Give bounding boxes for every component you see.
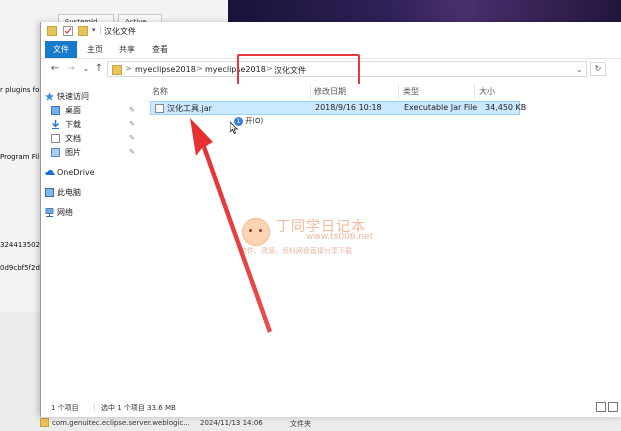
status-selection: 选中 1 个项目 33.6 MB — [101, 404, 176, 412]
folder-icon — [40, 418, 49, 427]
file-list: 名称 修改日期 类型 大小 汉化工具.jar 2018/9/16 10:18 E… — [146, 84, 621, 394]
column-headers: 名称 修改日期 类型 大小 — [146, 84, 621, 98]
file-row[interactable]: 汉化工具.jar 2018/9/16 10:18 Executable Jar … — [150, 101, 526, 115]
breadcrumb-separator: > — [125, 64, 132, 73]
computer-icon — [45, 188, 54, 197]
nav-item-downloads[interactable]: 下载 ✎ — [51, 118, 139, 131]
tab-view[interactable]: 查看 — [144, 41, 176, 58]
folder-icon — [112, 65, 122, 75]
file-explorer-window: ▾ | 汉化文件 文件 主页 共享 查看 ← → ⌄ ↑ > myeclipse… — [40, 22, 621, 417]
breadcrumb-item[interactable]: 汉化文件 — [274, 65, 306, 76]
bg-text-line: Program Fil — [0, 153, 40, 161]
file-date: 2018/9/16 10:18 — [315, 103, 382, 112]
column-header-name[interactable]: 名称 — [152, 86, 168, 97]
nav-item-this-pc[interactable]: 此电脑 — [45, 186, 139, 199]
quick-access-dropdown-icon[interactable]: ▾ — [92, 26, 96, 34]
column-divider[interactable] — [310, 84, 311, 98]
breadcrumb-item[interactable]: myeclipse2018 — [135, 65, 196, 74]
tab-share[interactable]: 共享 — [111, 41, 143, 58]
title-separator: | — [99, 25, 102, 34]
nav-label: 桌面 — [65, 106, 81, 115]
ribbon-tabs: 文件 主页 共享 查看 — [41, 41, 621, 59]
tab-home[interactable]: 主页 — [79, 41, 111, 58]
refresh-icon[interactable]: ↻ — [590, 62, 606, 76]
pin-icon[interactable]: ✎ — [129, 118, 135, 131]
folder-icon — [47, 26, 57, 36]
nav-label: 文档 — [65, 134, 81, 143]
star-icon — [45, 92, 54, 101]
large-icons-view-icon[interactable] — [608, 402, 618, 412]
nav-label: 快速访问 — [57, 92, 89, 101]
breadcrumb-separator: > — [196, 64, 203, 73]
bg-bottom-date: 2024/11/13 14:06 — [200, 419, 263, 427]
status-item-count: 1 个项目 — [51, 404, 79, 412]
title-bar: ▾ | 汉化文件 — [41, 22, 621, 40]
nav-label: 此电脑 — [57, 188, 81, 197]
properties-icon[interactable] — [63, 26, 73, 36]
column-header-date[interactable]: 修改日期 — [314, 86, 346, 97]
address-bar[interactable]: > myeclipse2018 > myeclipse2018 > 汉化文件 ⌄ — [107, 61, 587, 77]
watermark-url: www.ts006.net — [306, 232, 374, 242]
cloud-icon — [45, 168, 55, 177]
column-header-size[interactable]: 大小 — [479, 86, 495, 97]
new-folder-icon[interactable] — [78, 26, 88, 36]
bg-text-line: 3244135027 — [0, 241, 45, 249]
watermark-subtitle: 软件、资源、资料网盘直接分享下载 — [240, 247, 352, 255]
nav-item-documents[interactable]: 文档 ✎ — [51, 132, 139, 145]
address-dropdown-icon[interactable]: ⌄ — [576, 65, 583, 74]
context-tooltip[interactable]: 1 开(O) — [234, 116, 263, 128]
pin-icon[interactable]: ✎ — [129, 104, 135, 117]
pin-icon[interactable]: ✎ — [129, 132, 135, 145]
bg-text-line: 0d9cbf5f2d — [0, 264, 40, 272]
nav-label: 图片 — [65, 148, 81, 157]
bg-text-line: r plugins fold — [0, 86, 46, 94]
picture-icon — [51, 148, 60, 157]
file-name: 汉化工具.jar — [167, 104, 212, 113]
mouse-cursor-icon — [230, 122, 238, 134]
watermark: 丁同学日记本 www.ts006.net 软件、资源、资料网盘直接分享下载 — [240, 216, 442, 261]
file-size: 34,450 KB — [485, 103, 527, 112]
jar-file-icon — [155, 104, 164, 113]
forward-arrow-icon[interactable]: → — [65, 63, 77, 75]
details-view-icon[interactable] — [596, 402, 606, 412]
file-type: Executable Jar File — [404, 103, 478, 112]
column-divider[interactable] — [398, 84, 399, 98]
status-bar: 1 个项目 | 选中 1 个项目 33.6 MB — [41, 400, 621, 417]
tab-file[interactable]: 文件 — [45, 41, 77, 58]
dog-logo-icon — [242, 218, 270, 246]
recent-locations-icon[interactable]: ⌄ — [80, 63, 92, 75]
window-title: 汉化文件 — [104, 27, 136, 36]
nav-label: 下载 — [65, 120, 81, 129]
network-icon — [45, 208, 54, 217]
nav-label: 网络 — [57, 208, 73, 217]
bg-bottom-name: com.genuitec.eclipse.server.weblogic... — [52, 419, 190, 427]
nav-label: OneDrive — [57, 168, 95, 177]
document-icon — [51, 134, 60, 143]
download-icon — [51, 120, 60, 129]
bg-bottom-type: 文件夹 — [290, 420, 311, 428]
column-divider[interactable] — [474, 84, 475, 98]
address-row: ← → ⌄ ↑ > myeclipse2018 > myeclipse2018 … — [41, 59, 621, 81]
up-arrow-icon[interactable]: ↑ — [93, 63, 105, 75]
navigation-pane: 快速访问 桌面 ✎ 下载 ✎ 文档 ✎ 图片 ✎ OneDrive 此电脑 网络 — [41, 84, 141, 394]
nav-item-pictures[interactable]: 图片 ✎ — [51, 146, 139, 159]
nav-item-network[interactable]: 网络 — [45, 206, 139, 219]
tooltip-text: 开(O) — [245, 117, 264, 125]
bg-bottom-row[interactable]: com.genuitec.eclipse.server.weblogic... … — [40, 417, 440, 431]
breadcrumb-separator: > — [266, 64, 273, 73]
nav-item-quick-access[interactable]: 快速访问 — [45, 90, 139, 103]
desktop-icon — [51, 106, 60, 115]
back-arrow-icon[interactable]: ← — [49, 63, 61, 75]
column-header-type[interactable]: 类型 — [403, 86, 419, 97]
nav-item-desktop[interactable]: 桌面 ✎ — [51, 104, 139, 117]
breadcrumb-item[interactable]: myeclipse2018 — [205, 65, 266, 74]
pin-icon[interactable]: ✎ — [129, 146, 135, 159]
status-separator: | — [93, 403, 96, 411]
nav-item-onedrive[interactable]: OneDrive — [45, 166, 139, 179]
